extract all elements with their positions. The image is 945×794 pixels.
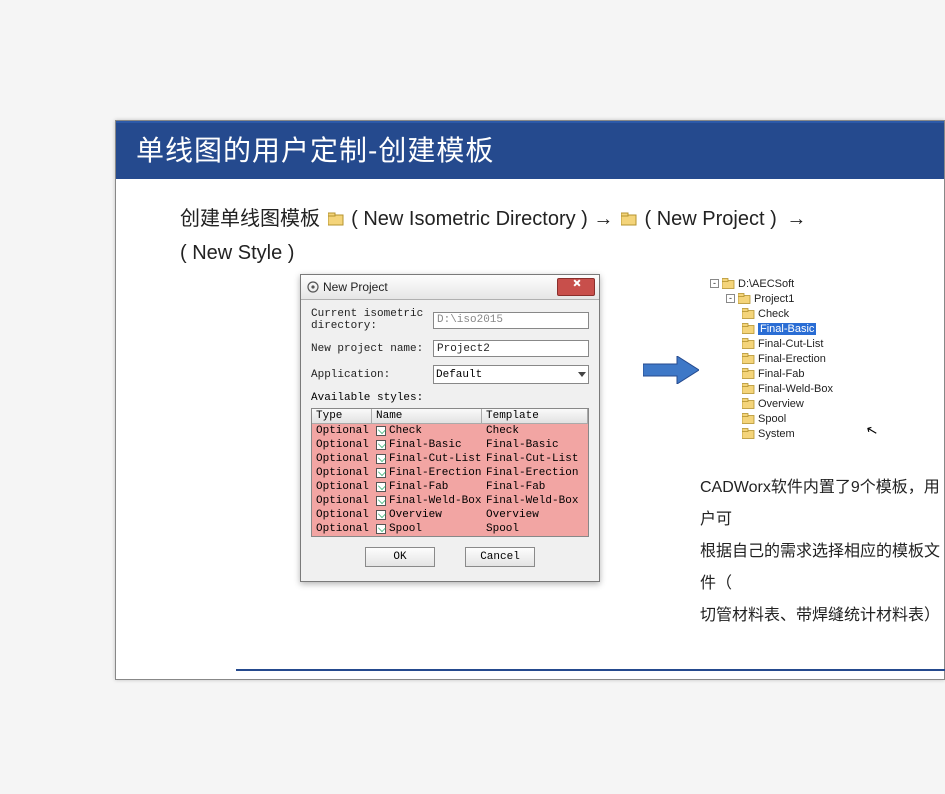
description-text: CADWorx软件内置了9个模板，用户可 根据自己的需求选择相应的模板文件（ 切… <box>700 472 944 632</box>
dialog-title: New Project <box>323 280 388 294</box>
label-application: Application: <box>311 369 433 381</box>
cell-name: Final-Basic <box>372 438 482 452</box>
collapse-icon[interactable]: - <box>726 294 735 303</box>
checkbox-icon[interactable] <box>376 510 386 520</box>
table-row[interactable]: OptionalFinal-BasicFinal-Basic <box>312 438 588 452</box>
tree-item[interactable]: Final-Fab <box>710 366 833 381</box>
cell-type: Optional <box>312 494 372 508</box>
cell-name: Final-Erection <box>372 466 482 480</box>
tree-root-node[interactable]: -D:\AECSoft <box>710 276 833 291</box>
gear-icon <box>307 281 319 293</box>
table-row[interactable]: OptionalCheckCheck <box>312 424 588 438</box>
new-project-dialog: New Project Current isometric directory:… <box>300 274 600 582</box>
cell-type: Optional <box>312 438 372 452</box>
folder-tree: -D:\AECSoft-Project1CheckFinal-BasicFina… <box>710 276 833 441</box>
label-directory: Current isometric directory: <box>311 308 433 332</box>
cell-name: Check <box>372 424 482 438</box>
checkbox-icon[interactable] <box>376 468 386 478</box>
cell-type: Optional <box>312 480 372 494</box>
cell-name: Final-Fab <box>372 480 482 494</box>
cell-template: Overview <box>482 508 588 522</box>
cell-name: Overview <box>372 508 482 522</box>
collapse-icon[interactable]: - <box>710 279 719 288</box>
slide-content: 创建单线图模板 ( New Isometric Directory ) → ( … <box>116 180 944 594</box>
col-header-name[interactable]: Name <box>372 409 482 424</box>
cell-type: Optional <box>312 424 372 438</box>
application-select[interactable]: Default <box>433 365 589 384</box>
cell-type: Optional <box>312 452 372 466</box>
col-header-type[interactable]: Type <box>312 409 372 424</box>
chevron-down-icon <box>578 372 586 377</box>
table-row[interactable]: OptionalFinal-Cut-ListFinal-Cut-List <box>312 452 588 466</box>
flow-description: 创建单线图模板 ( New Isometric Directory ) → ( … <box>180 202 944 270</box>
cell-template: Check <box>482 424 588 438</box>
checkbox-icon[interactable] <box>376 496 386 506</box>
table-row[interactable]: OptionalFinal-ErectionFinal-Erection <box>312 466 588 480</box>
project-name-input[interactable] <box>433 340 589 357</box>
table-row[interactable]: OptionalOverviewOverview <box>312 508 588 522</box>
cell-template: Final-Basic <box>482 438 588 452</box>
table-row[interactable]: OptionalSpoolSpool <box>312 522 588 536</box>
folder-icon <box>621 203 637 217</box>
cell-type: Optional <box>312 466 372 480</box>
tree-project-node[interactable]: -Project1 <box>710 291 833 306</box>
slide: 单线图的用户定制-创建模板 创建单线图模板 ( New Isometric Di… <box>115 120 945 680</box>
divider <box>236 669 945 671</box>
checkbox-icon[interactable] <box>376 426 386 436</box>
checkbox-icon[interactable] <box>376 440 386 450</box>
dialog-titlebar: New Project <box>301 275 599 300</box>
tree-item[interactable]: Final-Basic <box>710 321 833 336</box>
cell-name: Spool <box>372 522 482 536</box>
slide-title: 单线图的用户定制-创建模板 <box>116 121 944 180</box>
cell-template: Final-Fab <box>482 480 588 494</box>
cell-name: Final-Cut-List <box>372 452 482 466</box>
label-available-styles: Available styles: <box>311 392 589 404</box>
cell-type: Optional <box>312 508 372 522</box>
tree-item[interactable]: Final-Weld-Box <box>710 381 833 396</box>
table-row[interactable]: OptionalFinal-Weld-BoxFinal-Weld-Box <box>312 494 588 508</box>
tree-item[interactable]: Check <box>710 306 833 321</box>
label-project-name: New project name: <box>311 343 433 355</box>
table-row[interactable]: OptionalFinal-FabFinal-Fab <box>312 480 588 494</box>
col-header-template[interactable]: Template <box>482 409 588 424</box>
cancel-button[interactable]: Cancel <box>465 547 535 567</box>
close-button[interactable] <box>557 278 595 296</box>
arrow-right-icon <box>643 356 699 384</box>
styles-table: Type Name Template OptionalCheckCheckOpt… <box>311 408 589 537</box>
checkbox-icon[interactable] <box>376 524 386 534</box>
cell-type: Optional <box>312 522 372 536</box>
cell-name: Final-Weld-Box <box>372 494 482 508</box>
tree-item[interactable]: Overview <box>710 396 833 411</box>
cursor-icon: ↖ <box>864 421 880 440</box>
tree-item[interactable]: Final-Erection <box>710 351 833 366</box>
cell-template: Final-Cut-List <box>482 452 588 466</box>
checkbox-icon[interactable] <box>376 454 386 464</box>
ok-button[interactable]: OK <box>365 547 435 567</box>
tree-item[interactable]: Spool <box>710 411 833 426</box>
directory-field <box>433 312 589 329</box>
folder-icon <box>328 203 344 217</box>
tree-item[interactable]: System <box>710 426 833 441</box>
cell-template: Spool <box>482 522 588 536</box>
checkbox-icon[interactable] <box>376 482 386 492</box>
cell-template: Final-Erection <box>482 466 588 480</box>
cell-template: Final-Weld-Box <box>482 494 588 508</box>
tree-item[interactable]: Final-Cut-List <box>710 336 833 351</box>
